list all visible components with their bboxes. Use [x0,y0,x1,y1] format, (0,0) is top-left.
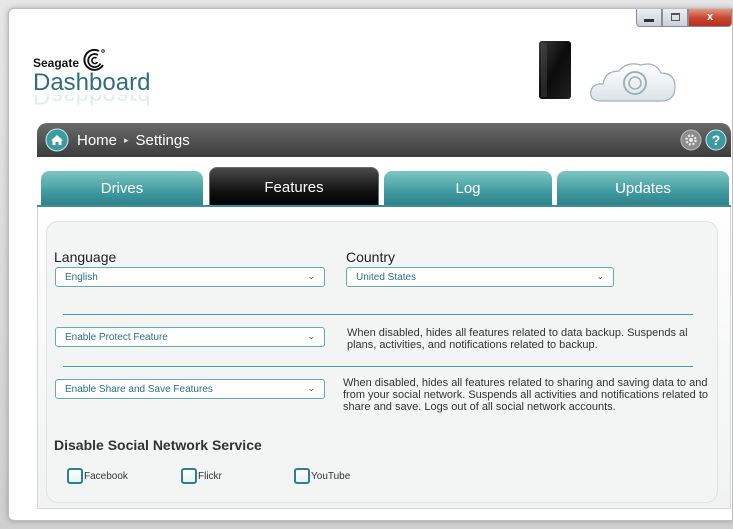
social-section-title: Disable Social Network Service [54,437,262,453]
svg-text:?: ? [712,132,721,148]
country-value: United States [356,272,417,283]
home-icon[interactable] [45,128,69,152]
protect-select[interactable]: Enable Protect Feature ⌄ [55,327,325,347]
help-icon[interactable]: ? [705,129,727,151]
tab-features[interactable]: Features [209,167,379,207]
share-description: When disabled, hides all features relate… [343,377,709,413]
breadcrumb-separator: ▸ [124,134,129,145]
youtube-checkbox[interactable] [294,468,310,484]
breadcrumb-home[interactable]: Home [77,132,117,149]
tab-bar: Drives Features Log Updates [37,157,731,209]
app-window: x Seagate Dashboard Dashboard [8,8,733,521]
brand-company: Seagate [33,56,80,70]
country-label: Country [346,249,396,265]
tab-log[interactable]: Log [384,171,552,206]
youtube-label: YouTube [311,470,351,482]
chevron-down-icon: ⌄ [307,331,315,341]
drive-icon [539,41,571,99]
settings-panel: Language English ⌄ Country United States… [37,207,731,509]
chevron-down-icon: ⌄ [307,383,315,393]
app-header: Seagate Dashboard Dashboard [9,9,732,119]
flickr-checkbox[interactable] [181,468,197,484]
share-select[interactable]: Enable Share and Save Features ⌄ [55,379,325,399]
language-select[interactable]: English ⌄ [55,267,325,287]
divider [63,366,693,367]
protect-value: Enable Protect Feature [65,332,168,343]
facebook-label: Facebook [84,470,128,482]
cloud-icon [590,63,676,102]
tab-updates[interactable]: Updates [557,171,729,206]
settings-card: Language English ⌄ Country United States… [46,221,718,503]
breadcrumb: Home ▸ Settings [77,132,190,149]
gear-icon[interactable] [680,129,702,151]
language-value: English [65,272,98,283]
nav-bar: Home ▸ Settings ? [37,123,731,157]
chevron-down-icon: ⌄ [307,271,315,281]
brand-logo: Seagate Dashboard Dashboard [33,47,150,107]
nav-actions: ? [680,129,727,151]
flickr-option[interactable]: Flickr [181,468,222,484]
youtube-option[interactable]: YouTube [294,468,350,484]
language-label: Language [54,249,117,265]
chevron-down-icon: ⌄ [596,271,604,281]
facebook-checkbox[interactable] [67,468,83,484]
brand-product: Dashboard [33,69,151,96]
country-select[interactable]: United States ⌄ [346,267,614,287]
facebook-option[interactable]: Facebook [67,468,128,484]
divider [63,314,693,315]
tab-drives[interactable]: Drives [41,171,203,206]
flickr-label: Flickr [198,470,222,482]
breadcrumb-current: Settings [135,131,190,149]
protect-description: When disabled, hides all features relate… [347,327,688,351]
brand-product-reflection: Dashboard [33,95,150,107]
share-value: Enable Share and Save Features [65,384,213,395]
